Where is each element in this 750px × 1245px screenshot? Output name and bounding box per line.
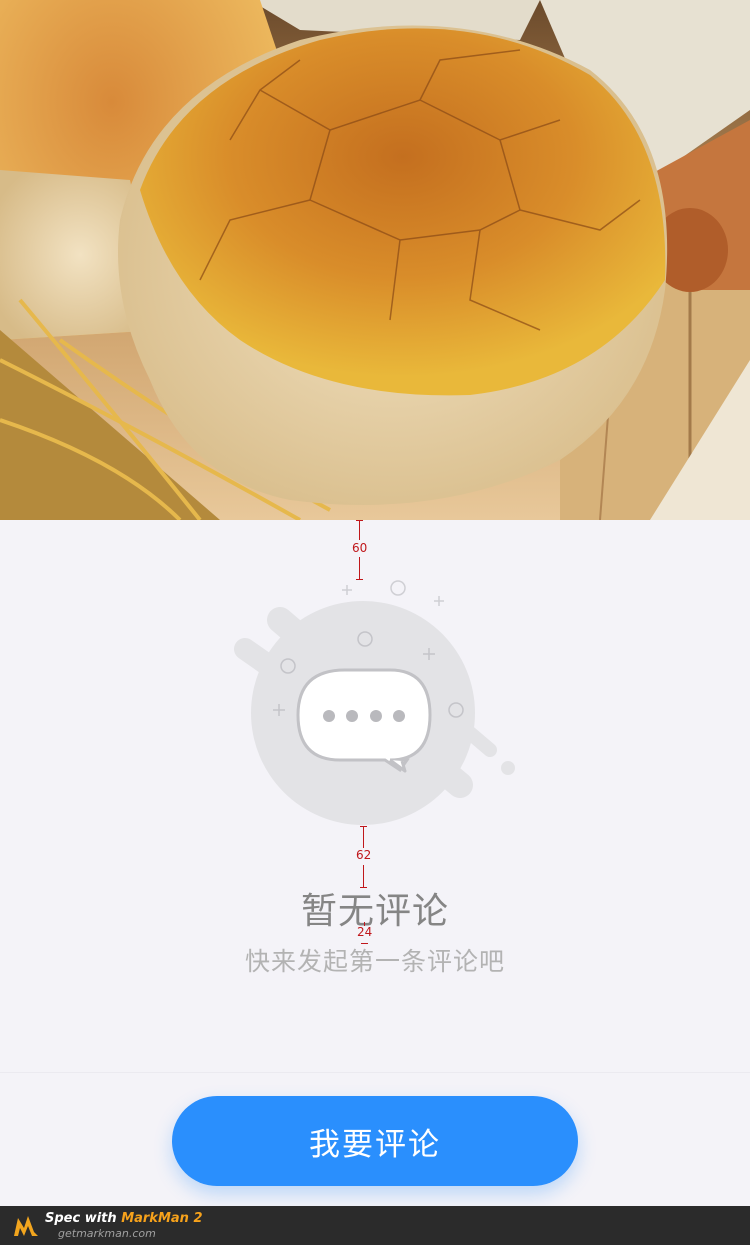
- markman-site: getmarkman.com: [58, 1227, 156, 1240]
- markman-brand: MarkMan 2: [121, 1211, 203, 1226]
- hero-image: [0, 0, 750, 520]
- write-comment-button[interactable]: 我要评论: [172, 1096, 578, 1186]
- markman-spec-with: Spec with: [45, 1211, 122, 1226]
- bread-loaf-photo: [0, 0, 750, 520]
- spec-label-icon-title-gap: 62: [356, 848, 372, 862]
- spec-label-top-gap: 60: [352, 541, 368, 555]
- spec-line-icon-title: [363, 826, 364, 848]
- markman-spec-text: Spec with MarkMan 2: [45, 1211, 203, 1226]
- empty-state-subtitle: 快来发起第一条评论吧: [244, 947, 505, 976]
- empty-state-title: 暂无评论: [300, 891, 449, 932]
- spec-cap: [360, 826, 367, 827]
- markman-footer: Spec with MarkMan 2 getmarkman.com: [0, 1206, 750, 1245]
- spec-cap: [356, 579, 363, 580]
- spec-line-top: [359, 520, 360, 540]
- chat-bubble-icon: [230, 575, 520, 830]
- spec-cap: [356, 520, 363, 521]
- spec-label-title-subtitle-gap: 24: [357, 925, 373, 939]
- markman-logo-icon: [14, 1216, 38, 1236]
- spec-line-top-lower: [359, 557, 360, 579]
